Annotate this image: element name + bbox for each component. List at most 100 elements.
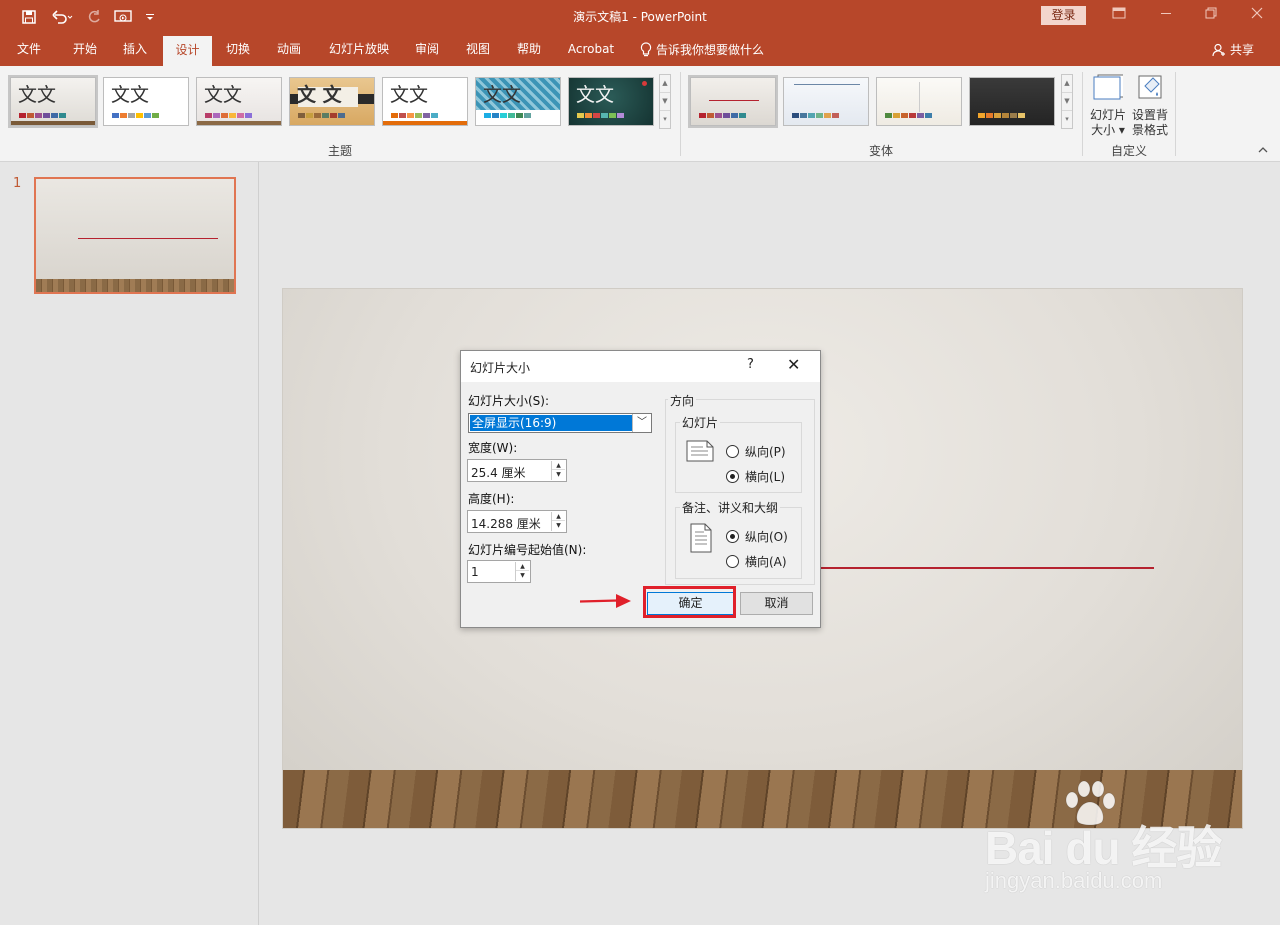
slide-size-select[interactable]: 全屏显示(16:9) ﹀ bbox=[468, 413, 652, 433]
collapse-ribbon-icon[interactable] bbox=[1258, 144, 1268, 157]
ribbon-tabs: 文件 开始 插入 设计 切换 动画 幻灯片放映 审阅 视图 帮助 Acrobat… bbox=[0, 34, 1280, 66]
dialog-title: 幻灯片大小 bbox=[470, 361, 531, 375]
slide-size-dialog: 幻灯片大小 ? ✕ 幻灯片大小(S): 全屏显示(16:9) ﹀ 宽度(W): … bbox=[460, 350, 821, 628]
spin-down-icon[interactable]: ▼ bbox=[552, 470, 565, 479]
tab-acrobat[interactable]: Acrobat bbox=[560, 34, 622, 66]
radio-button-selected[interactable] bbox=[726, 530, 739, 543]
width-spin-arrows[interactable]: ▲ ▼ bbox=[551, 461, 565, 480]
theme-sample-text: 文文 bbox=[111, 84, 150, 106]
theme-thumbnail-2[interactable]: 文文 bbox=[103, 77, 189, 126]
tell-me-search[interactable]: 告诉我你想要做什么 bbox=[640, 34, 764, 66]
slide-size-icon bbox=[1093, 74, 1125, 100]
theme-thumbnail-3[interactable]: 文文 bbox=[196, 77, 282, 126]
scroll-up-icon[interactable]: ▲ bbox=[1062, 75, 1072, 93]
tab-transitions[interactable]: 切换 bbox=[215, 34, 261, 66]
variant-swatches bbox=[699, 113, 746, 118]
landscape-page-icon bbox=[686, 440, 714, 462]
share-button[interactable]: 共享 bbox=[1212, 34, 1254, 66]
group-divider bbox=[1175, 72, 1176, 156]
numbering-label: 幻灯片编号起始值(N): bbox=[468, 543, 587, 557]
tab-insert[interactable]: 插入 bbox=[112, 34, 158, 66]
slide-size-label-2: 大小 ▾ bbox=[1091, 123, 1125, 137]
variant-thumbnail-4[interactable] bbox=[969, 77, 1055, 126]
numbering-spin-arrows[interactable]: ▲ ▼ bbox=[515, 562, 529, 581]
cancel-button[interactable]: 取消 bbox=[740, 592, 813, 615]
width-stepper[interactable]: 25.4 厘米 ▲ ▼ bbox=[467, 459, 567, 482]
theme-sample-text: 文 文 bbox=[297, 84, 342, 106]
radio-button[interactable] bbox=[726, 445, 739, 458]
chevron-down-icon[interactable]: ﹀ bbox=[632, 414, 651, 432]
help-icon[interactable]: ? bbox=[747, 357, 754, 372]
scroll-down-icon[interactable]: ▼ bbox=[1062, 93, 1072, 111]
theme-swatches bbox=[112, 113, 159, 118]
close-window-icon[interactable] bbox=[1243, 4, 1271, 28]
tab-design[interactable]: 设计 bbox=[163, 36, 212, 66]
slide-thumbnail[interactable] bbox=[34, 177, 236, 294]
theme-sample-text: 文文 bbox=[18, 84, 57, 106]
theme-swatches bbox=[19, 113, 66, 118]
spin-up-icon[interactable]: ▲ bbox=[552, 512, 565, 521]
slide-size-button[interactable]: 幻灯片 大小 ▾ bbox=[1088, 72, 1128, 138]
scroll-down-icon[interactable]: ▼ bbox=[660, 93, 670, 111]
variant-thumbnail-2[interactable] bbox=[783, 77, 869, 126]
slides-landscape-label: 横向(L) bbox=[745, 470, 786, 484]
radio-button-selected[interactable] bbox=[726, 470, 739, 483]
thumbnail-red-line bbox=[78, 238, 218, 239]
theme-thumbnail-6[interactable]: 文文 bbox=[475, 77, 561, 126]
width-value[interactable]: 25.4 厘米 bbox=[471, 464, 526, 481]
portrait-page-icon bbox=[690, 523, 712, 553]
notes-landscape-radio[interactable]: 横向(A) bbox=[726, 553, 787, 570]
tab-view[interactable]: 视图 bbox=[455, 34, 501, 66]
variant-swatches bbox=[885, 113, 932, 118]
tab-home[interactable]: 开始 bbox=[62, 34, 108, 66]
theme-thumbnail-5[interactable]: 文文 bbox=[382, 77, 468, 126]
spin-down-icon[interactable]: ▼ bbox=[552, 521, 565, 530]
slide-red-line[interactable] bbox=[820, 567, 1154, 569]
ribbon-display-options-icon[interactable] bbox=[1105, 4, 1133, 28]
tab-file[interactable]: 文件 bbox=[6, 34, 52, 66]
variant-thumbnail-3[interactable] bbox=[876, 77, 962, 126]
tab-help[interactable]: 帮助 bbox=[506, 34, 552, 66]
theme-swatches bbox=[298, 113, 345, 118]
close-icon[interactable]: ✕ bbox=[787, 355, 800, 374]
format-background-icon bbox=[1138, 75, 1162, 99]
gallery-more-icon[interactable]: ▾ bbox=[1062, 111, 1072, 129]
slides-portrait-radio[interactable]: 纵向(P) bbox=[726, 443, 786, 460]
theme-thumbnail-office[interactable]: 文文 bbox=[8, 75, 98, 128]
slide-size-label: 幻灯片大小(S): bbox=[468, 394, 550, 408]
tab-animations[interactable]: 动画 bbox=[266, 34, 312, 66]
variant-thumbnail-1[interactable] bbox=[688, 75, 778, 128]
spin-up-icon[interactable]: ▲ bbox=[516, 562, 529, 571]
ok-button[interactable]: 确定 bbox=[647, 592, 734, 615]
tab-slide-show[interactable]: 幻灯片放映 bbox=[320, 34, 398, 66]
ribbon-design: 文文 文文 文文 文 文 文文 文文 文文 ▲ ▼ ▾ 主题 ▲ ▼ ▾ 变体 … bbox=[0, 66, 1280, 162]
slides-landscape-radio[interactable]: 横向(L) bbox=[726, 468, 785, 485]
slide-wood-floor bbox=[283, 770, 1242, 828]
share-label: 共享 bbox=[1230, 43, 1255, 57]
minimize-icon[interactable] bbox=[1152, 4, 1180, 28]
radio-button[interactable] bbox=[726, 555, 739, 568]
theme-thumbnail-4[interactable]: 文 文 bbox=[289, 77, 375, 126]
height-spin-arrows[interactable]: ▲ ▼ bbox=[551, 512, 565, 531]
numbering-stepper[interactable]: 1 ▲ ▼ bbox=[467, 560, 531, 583]
login-button[interactable]: 登录 bbox=[1041, 6, 1086, 25]
format-background-button[interactable]: 设置背 景格式 bbox=[1130, 72, 1170, 138]
variants-gallery-scroll[interactable]: ▲ ▼ ▾ bbox=[1061, 74, 1073, 129]
thumbnail-floor bbox=[36, 279, 234, 292]
format-background-label-2: 景格式 bbox=[1131, 123, 1168, 137]
spin-down-icon[interactable]: ▼ bbox=[516, 571, 529, 580]
theme-thumbnail-7[interactable]: 文文 bbox=[568, 77, 654, 126]
notes-portrait-radio[interactable]: 纵向(O) bbox=[726, 528, 788, 545]
spin-up-icon[interactable]: ▲ bbox=[552, 461, 565, 470]
scroll-up-icon[interactable]: ▲ bbox=[660, 75, 670, 93]
tab-review[interactable]: 审阅 bbox=[404, 34, 450, 66]
group-label-variants: 变体 bbox=[868, 144, 893, 158]
numbering-value[interactable]: 1 bbox=[471, 565, 479, 579]
themes-gallery-scroll[interactable]: ▲ ▼ ▾ bbox=[659, 74, 671, 129]
height-stepper[interactable]: 14.288 厘米 ▲ ▼ bbox=[467, 510, 567, 533]
restore-icon[interactable] bbox=[1197, 4, 1225, 28]
variant-swatches bbox=[792, 113, 839, 118]
gallery-more-icon[interactable]: ▾ bbox=[660, 111, 670, 129]
height-value[interactable]: 14.288 厘米 bbox=[471, 515, 541, 532]
slide-number: 1 bbox=[13, 176, 22, 191]
